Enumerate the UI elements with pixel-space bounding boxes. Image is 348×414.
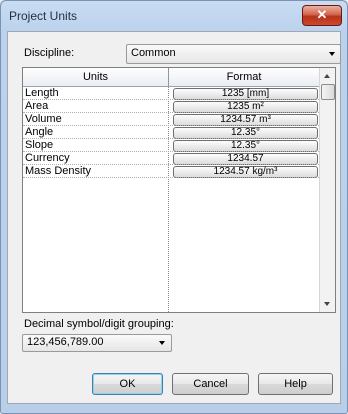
scroll-thumb[interactable]: [321, 84, 335, 100]
table-row[interactable]: Volume 1234.57 m³: [23, 113, 319, 126]
chevron-down-icon: [324, 302, 330, 306]
column-header-units[interactable]: Units: [23, 68, 169, 87]
table-row[interactable]: Currency 1234.57: [23, 152, 319, 165]
chevron-down-icon: [329, 52, 335, 56]
ok-button[interactable]: OK: [92, 373, 163, 395]
vertical-scrollbar[interactable]: [319, 68, 335, 312]
discipline-value: Common: [131, 47, 176, 59]
column-header-format[interactable]: Format: [169, 68, 319, 87]
grouping-select[interactable]: 123,456,789.00: [22, 334, 172, 352]
grouping-label: Decimal symbol/digit grouping:: [24, 318, 174, 330]
table-row[interactable]: Slope 12.35°: [23, 139, 319, 152]
table-row[interactable]: Length 1235 [mm]: [23, 87, 319, 100]
table-row[interactable]: Mass Density 1234.57 kg/m³: [23, 165, 319, 178]
scroll-down-button[interactable]: [320, 296, 335, 312]
close-icon: ✕: [316, 7, 328, 22]
close-button[interactable]: ✕: [302, 5, 342, 26]
window-title: Project Units: [9, 9, 78, 23]
chevron-up-icon: [324, 74, 330, 78]
table-row[interactable]: Area 1235 m²: [23, 100, 319, 113]
chevron-down-icon: [159, 341, 165, 345]
cancel-button[interactable]: Cancel: [172, 373, 249, 395]
scroll-up-button[interactable]: [320, 68, 335, 84]
discipline-select[interactable]: Common: [126, 44, 341, 64]
units-table[interactable]: Units Format Length 1235 [mm] Area 1235 m² V…: [22, 67, 336, 313]
help-button[interactable]: Help: [258, 373, 333, 395]
title-bar[interactable]: Project Units ✕: [1, 1, 347, 29]
row-divider: [23, 177, 319, 178]
grouping-value: 123,456,789.00: [27, 336, 104, 348]
discipline-label: Discipline:: [24, 47, 75, 59]
table-row[interactable]: Angle 12.35°: [23, 126, 319, 139]
